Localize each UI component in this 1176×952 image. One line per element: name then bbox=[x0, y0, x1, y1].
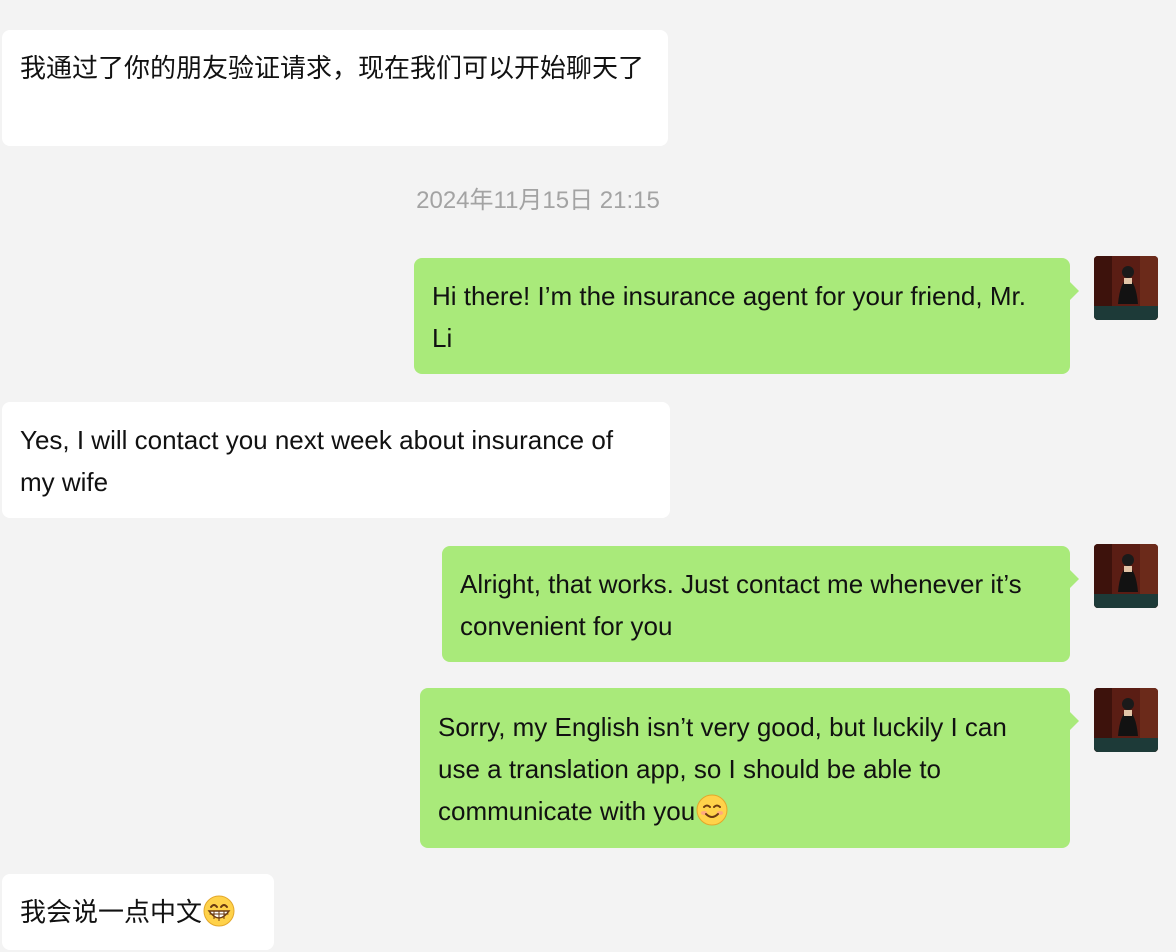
message-text: 我会说一点中文 bbox=[20, 897, 203, 927]
avatar[interactable] bbox=[1094, 544, 1158, 608]
smiling-face-emoji-icon bbox=[696, 794, 728, 826]
message-bubble-outgoing[interactable]: Alright, that works. Just contact me whe… bbox=[442, 546, 1079, 662]
message-timestamp: 2024年11月15日 21:15 bbox=[416, 187, 660, 214]
avatar[interactable] bbox=[1094, 688, 1158, 752]
grinning-face-emoji-icon bbox=[203, 895, 235, 927]
message-bubble-incoming[interactable]: 我会说一点中文 bbox=[2, 874, 274, 950]
message-bubble-incoming[interactable]: 我通过了你的朋友验证请求，现在我们可以开始聊天了 bbox=[2, 30, 668, 146]
message-text: Yes, I will contact you next week about … bbox=[20, 425, 614, 497]
message-bubble-incoming[interactable]: Yes, I will contact you next week about … bbox=[2, 402, 670, 518]
user-photo-icon bbox=[1094, 544, 1158, 608]
message-text: Hi there! I’m the insurance agent for yo… bbox=[432, 281, 1026, 353]
message-bubble-outgoing[interactable]: Hi there! I’m the insurance agent for yo… bbox=[414, 258, 1079, 374]
user-photo-icon bbox=[1094, 256, 1158, 320]
user-photo-icon bbox=[1094, 688, 1158, 752]
message-bubble-outgoing[interactable]: Sorry, my English isn’t very good, but l… bbox=[420, 688, 1079, 848]
message-text: 我通过了你的朋友验证请求，现在我们可以开始聊天了 bbox=[20, 53, 645, 83]
avatar[interactable] bbox=[1094, 256, 1158, 320]
message-text: Alright, that works. Just contact me whe… bbox=[460, 569, 1022, 641]
